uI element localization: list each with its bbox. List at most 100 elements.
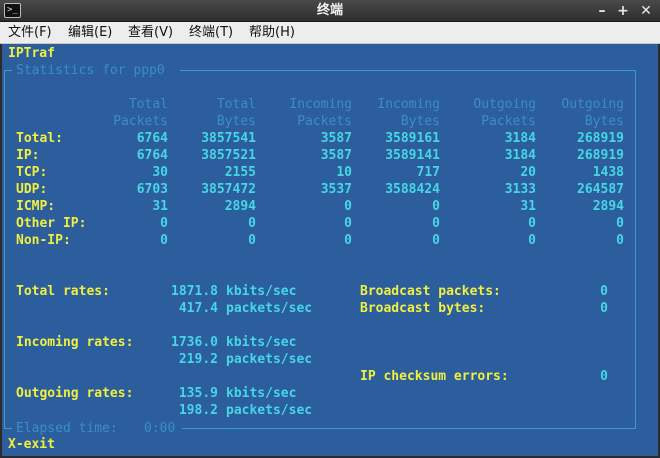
table-cell: 3537: [320, 182, 352, 197]
row-label-ip: IP:: [16, 148, 40, 163]
menu-terminal[interactable]: 终端(T): [189, 22, 233, 44]
col-header-line1: Incoming: [289, 97, 352, 112]
table-cell: 2894: [224, 199, 256, 214]
table-cell: 1438: [592, 165, 624, 180]
checksum-errors-label: IP checksum errors:: [360, 369, 509, 384]
packets-unit: packets/sec: [226, 301, 313, 316]
col-header-line2: Packets: [481, 114, 536, 129]
row-label-udp: UDP:: [16, 182, 48, 197]
elapsed-time-label: Elapsed time:: [16, 421, 118, 436]
incoming-packets-value: 219.2: [178, 352, 218, 367]
table-cell: 264587: [577, 182, 624, 197]
table-cell: 2894: [592, 199, 624, 214]
table-cell: 6703: [136, 182, 168, 197]
app-name: IPTraf: [8, 46, 55, 61]
window-title: 终端: [316, 3, 343, 18]
table-cell: 0: [160, 216, 168, 231]
col-header-line2: Bytes: [216, 114, 256, 129]
table-cell: 6764: [136, 148, 168, 163]
broadcast-bytes-value: 0: [600, 301, 608, 316]
menubar: 文件(F) 编辑(E) 查看(V) 终端(T) 帮助(H): [0, 22, 660, 44]
col-header-line1: Outgoing: [561, 97, 624, 112]
table-cell: 3184: [504, 131, 536, 146]
broadcast-bytes-label: Broadcast bytes:: [360, 301, 486, 316]
menu-view[interactable]: 查看(V): [128, 22, 173, 44]
table-cell: 3589161: [385, 131, 440, 146]
broadcast-packets-value: 0: [600, 284, 608, 299]
row-label-total: Total:: [16, 131, 63, 146]
col-header-line2: Bytes: [584, 114, 624, 129]
row-label-tcp: TCP:: [16, 165, 48, 180]
table-cell: 31: [152, 199, 168, 214]
maximize-icon[interactable]: +: [613, 1, 633, 21]
table-cell: 0: [528, 233, 536, 248]
total-kbits-value: 1871.8: [171, 284, 218, 299]
table-cell: 3857472: [201, 182, 256, 197]
col-header-line2: Packets: [297, 114, 352, 129]
table-cell: 0: [248, 216, 256, 231]
table-cell: 717: [416, 165, 440, 180]
total-rates-label: Total rates:: [16, 284, 110, 299]
incoming-rates-label: Incoming rates:: [16, 335, 134, 350]
table-cell: 0: [344, 199, 352, 214]
table-cell: 0: [344, 216, 352, 231]
incoming-kbits-value: 1736.0: [171, 335, 218, 350]
checksum-errors-value: 0: [600, 369, 608, 384]
col-header-line2: Packets: [113, 114, 168, 129]
kbits-unit: kbits/sec: [226, 284, 297, 299]
packets-unit: packets/sec: [226, 403, 313, 418]
close-icon[interactable]: ✕: [636, 1, 656, 21]
col-header-line2: Bytes: [400, 114, 440, 129]
broadcast-packets-label: Broadcast packets:: [360, 284, 501, 299]
elapsed-time-value: 0:00: [144, 421, 176, 436]
row-label-non-ip: Non-IP:: [16, 233, 71, 248]
outgoing-packets-value: 198.2: [178, 403, 218, 418]
exit-hint: X-exit: [8, 437, 55, 452]
terminal-screen[interactable]: IPTraf Statistics for ppp0 Total Packets…: [2, 44, 658, 456]
window-titlebar: >_ 终端 – + ✕: [0, 0, 660, 22]
table-cell: 3588424: [385, 182, 440, 197]
outgoing-rates-label: Outgoing rates:: [16, 386, 134, 401]
table-cell: 3857521: [201, 148, 256, 163]
table-cell: 0: [616, 216, 624, 231]
table-cell: 268919: [577, 131, 624, 146]
table-cell: 2155: [224, 165, 256, 180]
menu-file[interactable]: 文件(F): [8, 22, 52, 44]
table-cell: 0: [344, 233, 352, 248]
menu-help[interactable]: 帮助(H): [249, 22, 295, 44]
table-cell: 0: [432, 216, 440, 231]
minimize-icon[interactable]: –: [592, 1, 612, 21]
table-cell: 0: [160, 233, 168, 248]
table-cell: 3589141: [385, 148, 440, 163]
table-cell: 20: [520, 165, 536, 180]
col-header-line1: Total: [216, 97, 256, 112]
menu-edit[interactable]: 编辑(E): [68, 22, 112, 44]
table-cell: 10: [336, 165, 352, 180]
table-cell: 0: [432, 199, 440, 214]
row-label-icmp: ICMP:: [16, 199, 56, 214]
col-header-line1: Outgoing: [473, 97, 536, 112]
box-border-left: [4, 70, 5, 428]
table-cell: 3587: [320, 131, 352, 146]
table-cell: 3857541: [201, 131, 256, 146]
table-cell: 0: [528, 216, 536, 231]
kbits-unit: kbits/sec: [226, 386, 297, 401]
table-cell: 0: [248, 233, 256, 248]
table-cell: 0: [616, 233, 624, 248]
col-header-line1: Total: [128, 97, 168, 112]
packets-unit: packets/sec: [226, 352, 313, 367]
table-cell: 268919: [577, 148, 624, 163]
box-border-right: [635, 70, 636, 428]
kbits-unit: kbits/sec: [226, 335, 297, 350]
outgoing-kbits-value: 135.9: [178, 386, 218, 401]
row-label-other-ip: Other IP:: [16, 216, 87, 231]
table-cell: 3133: [504, 182, 536, 197]
box-title: Statistics for ppp0: [16, 63, 165, 78]
table-cell: 6764: [136, 131, 168, 146]
table-cell: 0: [432, 233, 440, 248]
col-header-line1: Incoming: [377, 97, 440, 112]
table-cell: 31: [520, 199, 536, 214]
total-packets-value: 417.4: [178, 301, 218, 316]
table-cell: 3184: [504, 148, 536, 163]
table-cell: 3587: [320, 148, 352, 163]
